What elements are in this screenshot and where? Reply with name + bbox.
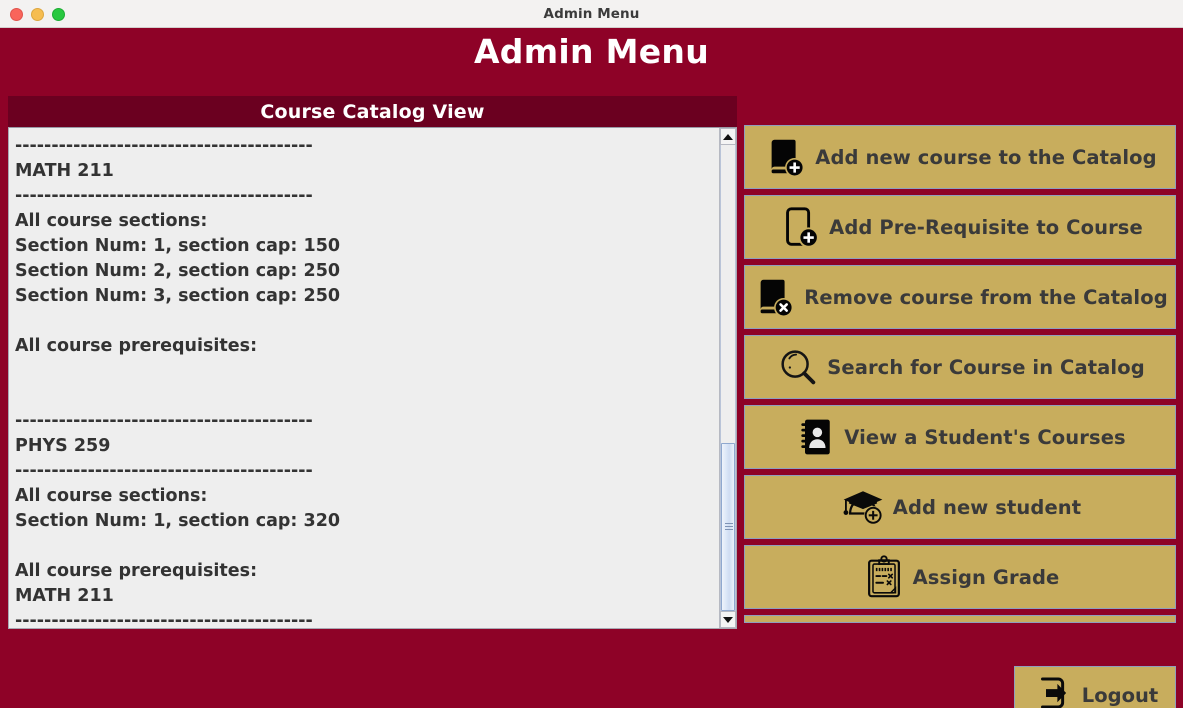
arrow-down-glyph: [723, 616, 733, 623]
scrollbar-track[interactable]: [720, 145, 736, 611]
remove-course-label: Remove course from the Catalog: [804, 285, 1168, 309]
view-student-courses-label: View a Student's Courses: [844, 425, 1126, 449]
scrollbar-grip-icon: [725, 523, 733, 531]
course-catalog-panel: Course Catalog View --------------------…: [8, 96, 737, 629]
remove-course-button[interactable]: Remove course from the Catalog: [744, 265, 1176, 329]
logout-label: Logout: [1081, 683, 1159, 707]
logout-arrow-icon: [1032, 672, 1074, 708]
add-student-button[interactable]: Add new student: [744, 475, 1176, 539]
graduate-plus-icon: [839, 484, 887, 530]
window-title: Admin Menu: [543, 5, 640, 22]
window-content: Admin Menu Course Catalog View ---------…: [0, 28, 1183, 708]
window-titlebar: Admin Menu: [0, 0, 1183, 28]
book-remove-icon: [752, 274, 798, 320]
clipped-menu-button[interactable]: [744, 615, 1176, 623]
contact-book-icon: [794, 415, 838, 459]
add-prerequisite-button[interactable]: Add Pre-Requisite to Course: [744, 195, 1176, 259]
scrollbar-thumb[interactable]: [721, 443, 735, 611]
search-course-button[interactable]: Search for Course in Catalog: [744, 335, 1176, 399]
catalog-scrollbar[interactable]: [719, 128, 736, 628]
page-title: Admin Menu: [473, 32, 710, 71]
add-course-label: Add new course to the Catalog: [815, 145, 1157, 169]
clipboard-grade-icon: [861, 554, 907, 600]
add-student-label: Add new student: [892, 495, 1082, 519]
add-prerequisite-label: Add Pre-Requisite to Course: [829, 215, 1143, 239]
view-student-courses-button[interactable]: View a Student's Courses: [744, 405, 1176, 469]
scroll-down-arrow-icon[interactable]: [720, 611, 736, 628]
book-plus-icon: [763, 134, 809, 180]
assign-grade-button[interactable]: Assign Grade: [744, 545, 1176, 609]
assign-grade-label: Assign Grade: [912, 565, 1060, 589]
logout-button[interactable]: Logout: [1014, 666, 1176, 708]
add-course-button[interactable]: Add new course to the Catalog: [744, 125, 1176, 189]
magnifier-icon: [775, 344, 821, 390]
traffic-lights: [10, 8, 65, 21]
minimize-button[interactable]: [31, 8, 44, 21]
document-plus-icon: [777, 204, 823, 250]
admin-actions-menu: Add new course to the Catalog Add Pre-Re…: [744, 125, 1176, 623]
search-course-label: Search for Course in Catalog: [827, 355, 1145, 379]
arrow-up-glyph: [723, 133, 733, 140]
catalog-panel-title: Course Catalog View: [8, 96, 737, 127]
scroll-up-arrow-icon[interactable]: [720, 128, 736, 145]
admin-menu-window: Admin Menu Admin Menu Course Catalog Vie…: [0, 0, 1183, 708]
close-button[interactable]: [10, 8, 23, 21]
catalog-textarea-wrapper: ----------------------------------------…: [8, 127, 737, 629]
catalog-textarea[interactable]: ----------------------------------------…: [9, 128, 719, 628]
zoom-button[interactable]: [52, 8, 65, 21]
